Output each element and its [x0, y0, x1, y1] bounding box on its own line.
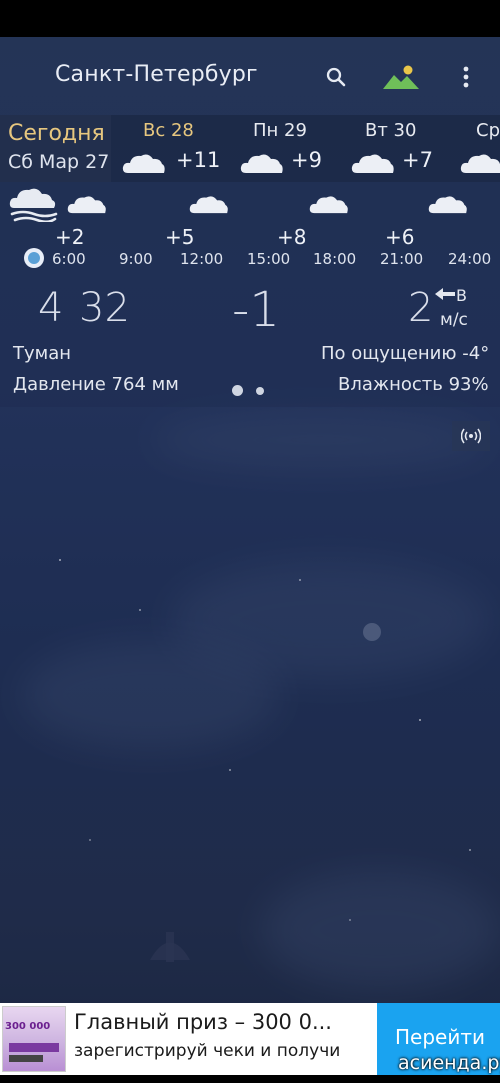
ad-image-bar [9, 1055, 43, 1062]
landscape-icon [383, 65, 419, 89]
current-time-marker [24, 248, 44, 268]
day-label: Пн 29 [253, 120, 307, 141]
page-indicator-active [232, 385, 243, 396]
wind-unit: м/с [440, 310, 468, 330]
background-button[interactable] [381, 60, 421, 94]
search-icon [326, 67, 346, 87]
bottom-strip [0, 1075, 500, 1083]
current-conditions[interactable]: 4 32 -1 2 В м/с Туман По ощущению -4° Да… [0, 282, 500, 407]
hourly-time: 12:00 [180, 250, 224, 268]
hourly-time: 6:00 [52, 250, 86, 268]
hourly-temp: +5 [165, 225, 195, 249]
more-options-button[interactable] [449, 60, 483, 94]
sky-cloud [150, 410, 490, 470]
day-temp: +7 [402, 148, 433, 172]
cloud-icon [67, 196, 106, 214]
day-label: Вт 30 [365, 120, 417, 141]
ad-image-prize: 300 000 [5, 1021, 51, 1032]
page-indicator [256, 387, 264, 395]
wind-arrow-icon [435, 288, 455, 300]
day-label: Вс 28 [143, 120, 194, 141]
hourly-temp: +6 [385, 225, 415, 249]
ad-image[interactable]: 300 000 [2, 1006, 66, 1072]
ad-title[interactable]: Главный приз – 300 0... [74, 1010, 332, 1034]
broadcast-icon [461, 428, 481, 444]
current-time-minutes: 32 [79, 285, 130, 331]
ad-image-bar [9, 1043, 59, 1052]
humidity: Влажность 93% [338, 374, 489, 395]
ad-cta-label: Перейти [395, 1025, 485, 1049]
more-vert-icon [463, 66, 469, 88]
hourly-forecast[interactable]: +2 +5 +8 +6 6:00 9:00 12:00 15:00 18:00 … [0, 182, 500, 282]
weather-condition: Туман [13, 343, 72, 364]
today-label: Сегодня [8, 121, 105, 146]
ad-subtitle[interactable]: зарегистрируй чеки и получи [74, 1041, 340, 1061]
cloud-icon [189, 196, 228, 214]
cloud-icon [122, 154, 165, 173]
today-date: Сб Мар 27 [8, 151, 110, 173]
feels-like: По ощущению -4° [321, 343, 490, 364]
day-label: Ср [476, 120, 500, 141]
current-temperature: -1 [232, 282, 280, 338]
hourly-time: 18:00 [313, 250, 357, 268]
radar-button[interactable] [452, 421, 490, 451]
status-bar [0, 0, 500, 37]
pressure: Давление 764 мм [13, 374, 179, 395]
day-temp: +11 [176, 148, 221, 172]
hourly-time: 21:00 [380, 250, 424, 268]
cloud-icon [460, 154, 500, 173]
cloud-icon [309, 196, 348, 214]
hourly-temp: +2 [55, 225, 85, 249]
fog-cloud-icon [9, 188, 58, 222]
cloud-icon [240, 154, 283, 173]
watermark: асиенда.ру [398, 1052, 500, 1074]
hourly-temp: +8 [277, 225, 307, 249]
night-sky-stars [59, 559, 471, 962]
wind-speed: 2 [408, 285, 434, 331]
city-title[interactable]: Санкт-Петербург [55, 62, 258, 87]
day-today[interactable]: Сегодня Сб Мар 27 [0, 115, 111, 182]
day-temp: +9 [291, 148, 322, 172]
hourly-time: 9:00 [119, 250, 153, 268]
cloud-icon [351, 154, 394, 173]
cloud-icon [428, 196, 467, 214]
search-button[interactable] [319, 60, 353, 94]
hourly-time: 24:00 [448, 250, 492, 268]
hourly-time: 15:00 [247, 250, 291, 268]
current-time-hours: 4 [38, 285, 64, 331]
wind-direction: В [456, 286, 467, 305]
daily-forecast: Сегодня Сб Мар 27 Вс 28 +11 Пн 29 +9 Вт … [0, 115, 500, 182]
